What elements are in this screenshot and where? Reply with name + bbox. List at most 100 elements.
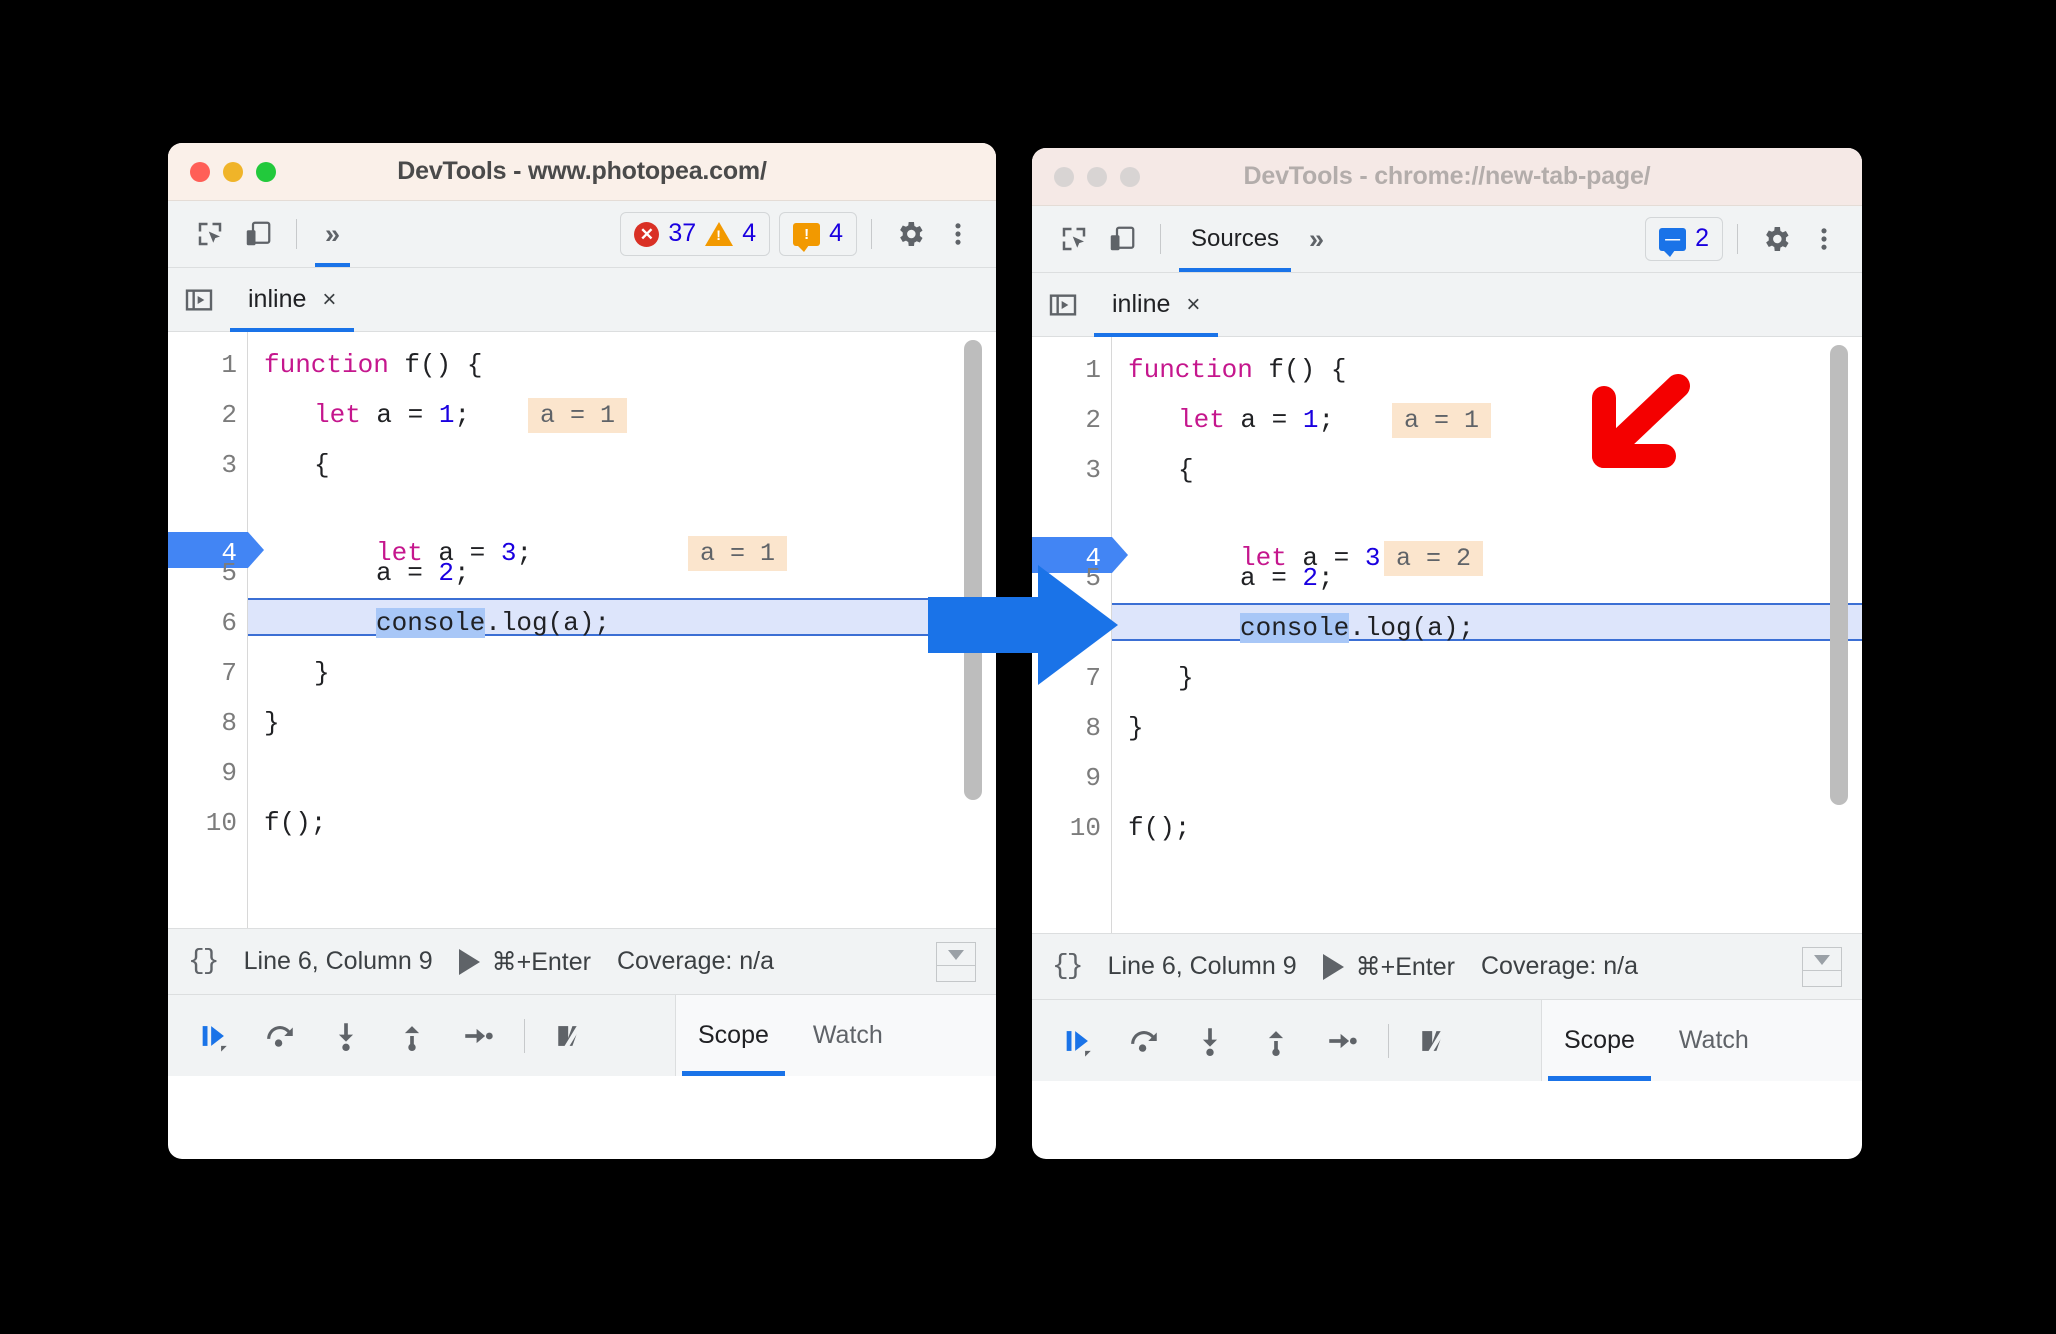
selected-token-console: console <box>1240 613 1350 643</box>
show-drawer-icon[interactable] <box>936 941 976 982</box>
code-text: } <box>314 658 330 688</box>
step-over-next-function-call-icon[interactable] <box>1116 1013 1172 1069</box>
step-into-next-function-call-icon[interactable] <box>1182 1013 1238 1069</box>
play-icon <box>458 948 480 975</box>
line-number-gutter[interactable]: 1 2 3 4 5 6 7 8 9 10 <box>168 332 264 928</box>
close-window-button[interactable] <box>190 161 210 182</box>
line-number: 9 <box>221 758 237 788</box>
resume-script-execution-icon[interactable] <box>1050 1013 1106 1069</box>
run-snippet-button[interactable]: ⌘+Enter <box>1322 952 1455 982</box>
cursor-position-label: Line 6, Column 9 <box>1107 952 1297 980</box>
debugger-bar-filler <box>617 995 676 1076</box>
gear-icon[interactable] <box>886 210 934 258</box>
more-panels-button[interactable]: » <box>1295 206 1338 272</box>
show-drawer-icon[interactable] <box>1802 946 1842 987</box>
show-navigator-icon[interactable] <box>168 268 230 331</box>
device-toolbar-icon[interactable] <box>234 210 282 258</box>
close-icon[interactable]: × <box>1186 291 1200 319</box>
code-text: .log(a); <box>485 608 611 638</box>
gear-icon[interactable] <box>1752 215 1800 263</box>
code-text-area[interactable]: function f() { let a = 1; a = 1 { let a … <box>248 332 996 928</box>
code-line-8: } <box>264 710 280 736</box>
step-over-next-function-call-icon[interactable] <box>252 1008 308 1064</box>
number-literal: 2 <box>438 558 455 588</box>
code-text: f() { <box>1252 355 1347 385</box>
run-snippet-button[interactable]: ⌘+Enter <box>458 947 591 977</box>
step-icon[interactable] <box>450 1008 506 1064</box>
code-text-area[interactable]: function f() { let a = 1; a = 1 { let a … <box>1112 337 1862 933</box>
three-dot-menu-icon[interactable] <box>934 210 982 258</box>
step-icon[interactable] <box>1314 1013 1370 1069</box>
tab-sources[interactable]: Sources <box>1175 206 1295 272</box>
screenshot-stage: DevTools - www.photopea.com/ » ✕ 37 ! 4 … <box>0 0 2056 1334</box>
file-tab-inline[interactable]: inline × <box>230 268 355 332</box>
tab-scope[interactable]: Scope <box>1542 1000 1657 1081</box>
deactivate-breakpoints-icon[interactable] <box>1407 1013 1463 1069</box>
code-line-5: a = 2; <box>1128 565 1334 591</box>
tab-watch[interactable]: Watch <box>791 995 905 1076</box>
code-line-7: } <box>264 660 330 686</box>
device-toolbar-icon[interactable] <box>1098 215 1146 263</box>
window-title: DevTools - chrome://new-tab-page/ <box>1243 162 1651 190</box>
debugger-controls-bar: Scope Watch <box>168 994 996 1076</box>
code-text: ; <box>1318 405 1335 435</box>
three-dot-menu-icon[interactable] <box>1800 215 1848 263</box>
tab-watch[interactable]: Watch <box>1657 1000 1771 1081</box>
issues-counter-messages[interactable]: — 2 <box>1645 217 1723 261</box>
devtools-main-toolbar: Sources » — 2 <box>1032 206 1862 273</box>
error-count: 37 <box>668 218 697 247</box>
toolbar-divider-2 <box>1737 224 1738 254</box>
maximize-window-button[interactable] <box>256 161 276 182</box>
warning-count: 4 <box>742 218 757 247</box>
inspect-element-icon[interactable] <box>1050 215 1098 263</box>
step-out-of-current-function-icon[interactable] <box>1248 1013 1304 1069</box>
line-number: 2 <box>221 400 237 430</box>
tab-scope[interactable]: Scope <box>676 995 791 1076</box>
inspect-element-icon[interactable] <box>186 210 234 258</box>
toolbar-divider <box>1160 224 1161 254</box>
window-traffic-lights <box>1054 166 1140 187</box>
more-panels-button[interactable]: » <box>311 201 354 267</box>
code-line-1: function f() { <box>264 352 482 378</box>
callout-arrow <box>1592 374 1690 468</box>
issues-counter-messages[interactable]: ! 4 <box>779 212 857 256</box>
minimize-window-button[interactable] <box>223 161 243 182</box>
code-text: f() { <box>388 350 483 380</box>
window-traffic-lights <box>190 161 276 182</box>
code-line-6: console.log(a); <box>1128 613 1474 643</box>
show-navigator-icon[interactable] <box>1032 273 1094 336</box>
source-code-editor[interactable]: 1 2 3 4 5 6 7 8 9 10 function f() { let … <box>168 332 996 928</box>
close-window-button[interactable] <box>1054 166 1074 187</box>
close-icon[interactable]: × <box>322 286 336 314</box>
code-text: f(); <box>264 808 327 838</box>
message-icon: ! <box>793 222 821 252</box>
window-titlebar: DevTools - www.photopea.com/ <box>168 143 996 201</box>
maximize-window-button[interactable] <box>1120 166 1140 187</box>
line-number: 3 <box>221 450 237 480</box>
pretty-print-button[interactable]: {} <box>188 946 220 977</box>
devtools-window-left: DevTools - www.photopea.com/ » ✕ 37 ! 4 … <box>168 143 996 1159</box>
resume-script-execution-icon[interactable] <box>186 1008 242 1064</box>
file-tab-inline[interactable]: inline × <box>1094 273 1219 337</box>
message-count: 2 <box>1695 223 1709 252</box>
devtools-window-right: DevTools - chrome://new-tab-page/ Source… <box>1032 148 1862 1159</box>
code-text: { <box>1178 455 1194 485</box>
deactivate-breakpoints-icon[interactable] <box>543 1008 599 1064</box>
message-icon: — <box>1659 227 1687 257</box>
inline-value-pill: a = 2 <box>1384 541 1484 576</box>
editor-vertical-scrollbar[interactable] <box>1830 345 1848 805</box>
number-literal: 3 <box>1364 543 1381 573</box>
step-into-next-function-call-icon[interactable] <box>318 1008 374 1064</box>
code-text: ; <box>454 558 470 588</box>
transition-arrow <box>928 565 1118 685</box>
issues-counter-errors-warnings[interactable]: ✕ 37 4 <box>620 212 771 256</box>
number-literal: 1 <box>438 400 455 430</box>
minimize-window-button[interactable] <box>1087 166 1107 187</box>
sources-file-tabstrip: inline × <box>168 268 996 332</box>
line-number: 8 <box>1085 713 1101 743</box>
line-number: 1 <box>221 350 237 380</box>
step-out-of-current-function-icon[interactable] <box>384 1008 440 1064</box>
devtools-main-toolbar: » ✕ 37 4 ! 4 <box>168 201 996 268</box>
source-code-editor[interactable]: 1 2 3 4 5 6 7 8 9 10 function f() { let … <box>1032 337 1862 933</box>
pretty-print-button[interactable]: {} <box>1052 951 1084 982</box>
